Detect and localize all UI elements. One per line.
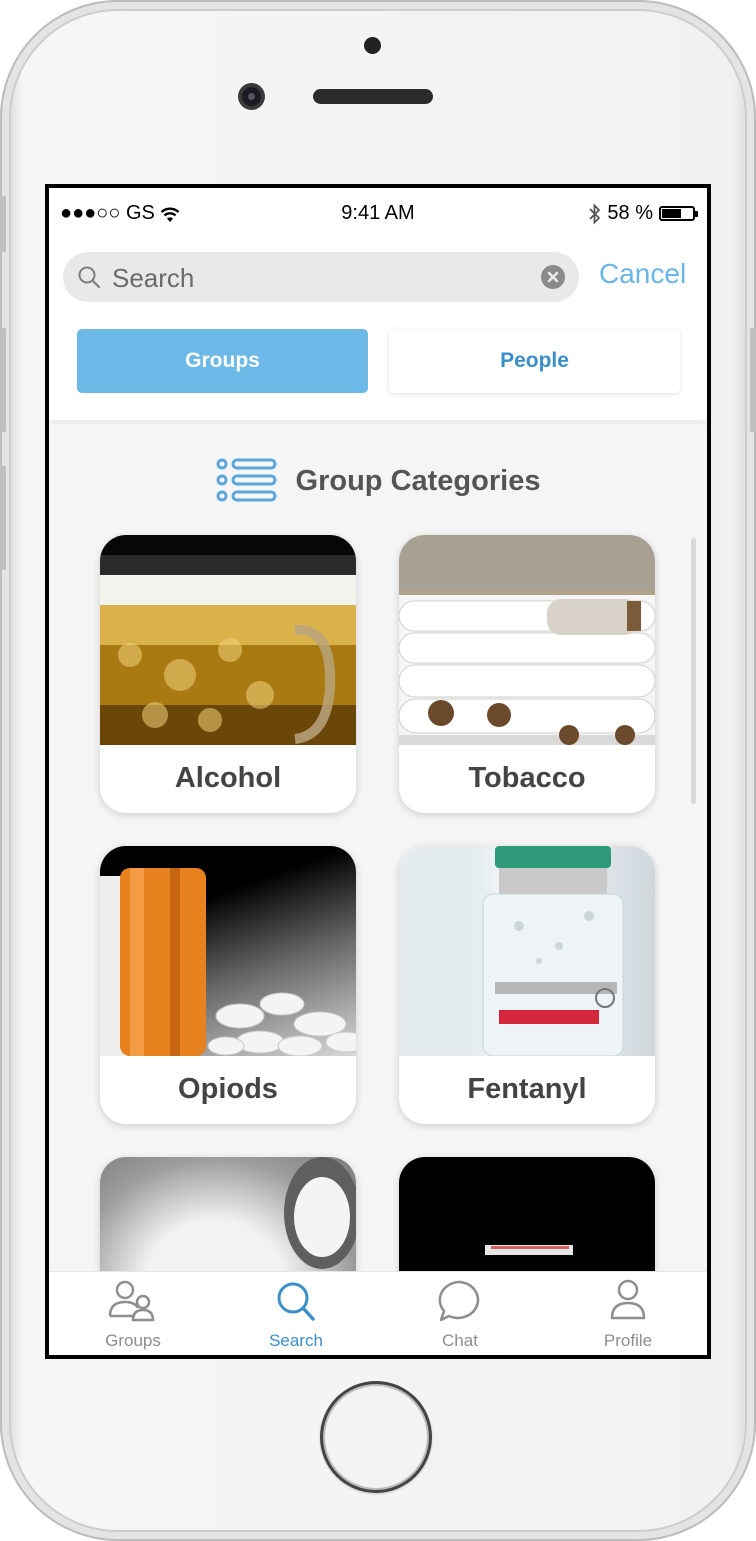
cancel-button[interactable]: Cancel [599, 258, 686, 290]
screen: ●●●○○ GS 9:41 AM 58 % Search Cancel Grou… [45, 184, 711, 1359]
search-icon [277, 1282, 315, 1321]
category-label: Tobacco [468, 761, 586, 794]
volume-down-button [0, 466, 6, 570]
category-card-alcohol[interactable]: Alcohol [100, 535, 356, 813]
category-label: Fentanyl [467, 1072, 587, 1105]
status-right: 58 % [589, 202, 698, 225]
tab-chat[interactable]: Chat [400, 1278, 520, 1351]
tab-label: Search [269, 1331, 323, 1350]
earpiece-speaker [313, 89, 433, 104]
home-button[interactable] [320, 1381, 432, 1493]
app-view: ●●●○○ GS 9:41 AM 58 % Search Cancel Grou… [49, 188, 707, 1355]
power-button [750, 328, 756, 432]
status-bar: ●●●○○ GS 9:41 AM 58 % [49, 188, 707, 234]
search-placeholder: Search [112, 263, 195, 293]
tab-bar: Groups Search Chat Profile [49, 1271, 707, 1355]
battery-percent: 58 % [607, 202, 653, 224]
tab-label: Chat [442, 1331, 478, 1350]
phone-frame: ●●●○○ GS 9:41 AM 58 % Search Cancel Grou… [0, 0, 756, 1541]
opioids-image [100, 846, 356, 1057]
tab-profile[interactable]: Profile [568, 1278, 688, 1351]
category-label: Alcohol [174, 761, 282, 794]
category-card-tobacco[interactable]: Tobacco [399, 535, 655, 813]
tobacco-image [399, 535, 655, 745]
section-title: Group Categories [295, 464, 541, 497]
scroll-indicator [691, 538, 696, 804]
fentanyl-image [399, 846, 655, 1057]
profile-icon [610, 1279, 646, 1320]
tab-label: Profile [603, 1331, 653, 1350]
segment-groups[interactable]: Groups [77, 329, 368, 393]
clear-search-icon[interactable] [541, 265, 565, 289]
category-card-opioids[interactable]: Opiods [100, 846, 356, 1124]
category-card-fentanyl[interactable]: Fentanyl [399, 846, 655, 1124]
search-header: Search Cancel Groups People [49, 234, 707, 420]
mute-switch [0, 196, 6, 252]
volume-up-button [0, 328, 6, 432]
proximity-sensor [364, 37, 381, 54]
section-header: Group Categories [49, 456, 707, 506]
front-camera [238, 83, 265, 110]
tab-search[interactable]: Search [236, 1278, 356, 1351]
battery-icon [659, 206, 698, 221]
chat-icon [438, 1280, 480, 1322]
category-label: Opiods [178, 1072, 278, 1105]
search-input[interactable]: Search [63, 252, 579, 302]
list-icon [216, 458, 277, 502]
battery-fill [662, 209, 681, 218]
groups-icon [108, 1280, 155, 1322]
segment-people[interactable]: People [389, 329, 680, 393]
alcohol-image [100, 535, 356, 745]
tab-groups[interactable]: Groups [73, 1278, 193, 1351]
magnifier-icon [78, 266, 101, 289]
tab-label: Groups [105, 1331, 161, 1350]
bluetooth-icon [589, 202, 601, 225]
